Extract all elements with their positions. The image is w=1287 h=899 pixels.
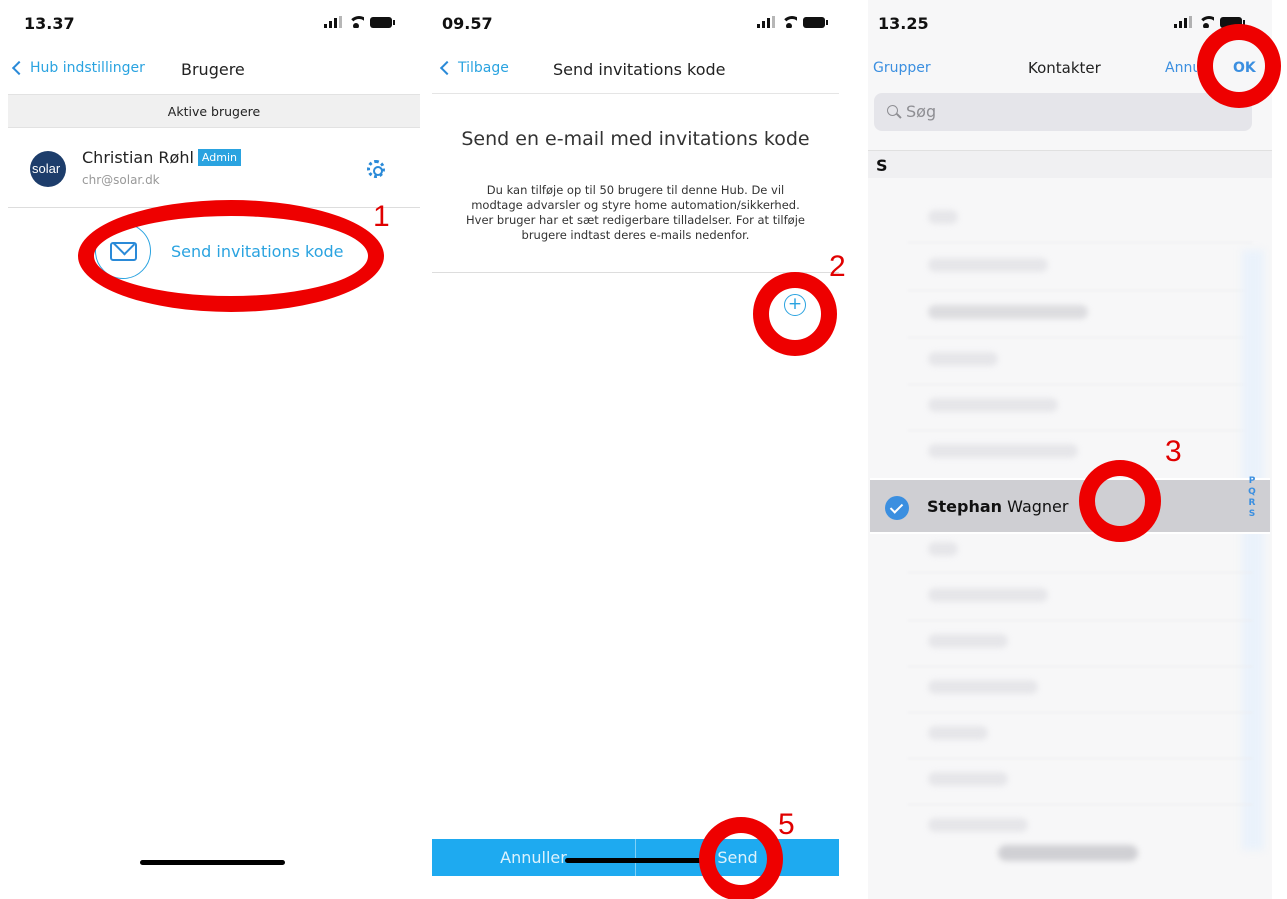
search-placeholder: Søg — [906, 102, 937, 121]
list-item[interactable] — [928, 258, 1048, 272]
back-button[interactable]: Hub indstillinger — [11, 60, 145, 76]
section-header: S — [868, 150, 1272, 178]
chevron-left-icon — [11, 60, 27, 76]
description: Du kan tilføje op til 50 brugere til den… — [466, 183, 805, 242]
index-sidebar[interactable] — [1242, 250, 1264, 850]
avatar: solar — [30, 151, 66, 187]
list-item[interactable] — [928, 634, 1008, 648]
wifi-icon — [348, 16, 364, 28]
status-bar: 09.57 — [432, 14, 839, 36]
section-header: Aktive brugere — [8, 94, 420, 128]
screen-send-invitation: 09.57 Tilbage Send invitations kode Send… — [432, 0, 839, 899]
list-item[interactable] — [928, 726, 988, 740]
user-name-line: Christian Røhl Admin — [82, 148, 241, 167]
list-item[interactable] — [928, 305, 1088, 319]
nav-bar: Tilbage Send invitations kode — [432, 52, 839, 88]
user-email: chr@solar.dk — [82, 173, 160, 187]
annotation-ring-3 — [1079, 460, 1161, 542]
page-title: Kontakter — [1028, 59, 1101, 77]
list-item[interactable] — [928, 588, 1048, 602]
admin-badge: Admin — [197, 149, 241, 166]
section-index[interactable]: P Q R S — [1246, 476, 1258, 520]
signal-icon — [324, 16, 342, 28]
back-label: Hub indstillinger — [30, 60, 145, 76]
gear-icon[interactable] — [367, 160, 385, 178]
back-label: Tilbage — [458, 60, 509, 76]
list-item-selected[interactable]: Stephan Wagner — [870, 478, 1270, 534]
home-indicator — [998, 845, 1138, 861]
annotation-ring-5 — [699, 817, 783, 899]
list-item[interactable] — [928, 542, 958, 556]
page-title: Brugere — [181, 60, 245, 79]
nav-bar: Hub indstillinger Brugere — [0, 52, 420, 88]
status-time: 13.25 — [878, 14, 929, 33]
search-input[interactable]: Søg — [874, 93, 1252, 131]
heading: Send en e-mail med invitations kode — [461, 128, 810, 150]
user-name: Christian Røhl — [82, 148, 194, 167]
cancel-button[interactable]: Annuller — [1165, 60, 1197, 76]
annotation-number-5: 5 — [778, 808, 795, 841]
divider — [432, 272, 839, 273]
screen-brugere: 13.37 Hub indstillinger Brugere Aktive b… — [0, 0, 420, 899]
list-item[interactable] — [928, 772, 1008, 786]
divider — [432, 93, 839, 94]
screen-contacts: 13.25 Grupper Kontakter Annuller OK Søg … — [868, 0, 1272, 899]
status-bar: 13.37 — [0, 14, 420, 36]
groups-button[interactable]: Grupper — [873, 60, 931, 76]
battery-icon — [803, 16, 828, 28]
list-item[interactable] — [928, 398, 1058, 412]
annotation-number-2: 2 — [829, 250, 846, 283]
annotation-ring-1 — [78, 200, 384, 312]
home-indicator[interactable] — [140, 860, 285, 865]
list-item[interactable] — [928, 818, 1028, 832]
home-indicator[interactable] — [565, 858, 710, 863]
annotation-ring-ok — [1197, 24, 1281, 108]
page-title: Send invitations kode — [553, 60, 726, 79]
checkmark-circle-icon — [885, 496, 909, 520]
section-letter: S — [876, 156, 888, 175]
list-item[interactable] — [928, 210, 958, 224]
search-icon — [887, 105, 898, 116]
wifi-icon — [781, 16, 797, 28]
annotation-number-1: 1 — [373, 200, 390, 233]
list-item[interactable] — [928, 680, 1038, 694]
list-item[interactable] — [928, 444, 1078, 458]
signal-icon — [1174, 16, 1192, 28]
contact-name: Stephan Wagner — [927, 497, 1069, 516]
user-row[interactable]: solar Christian Røhl Admin chr@solar.dk — [8, 138, 420, 208]
back-button[interactable]: Tilbage — [439, 60, 509, 76]
battery-icon — [370, 16, 395, 28]
annotation-ring-2 — [753, 272, 837, 356]
list-item[interactable] — [928, 352, 998, 366]
annotation-number-3: 3 — [1165, 435, 1182, 468]
chevron-left-icon — [439, 60, 455, 76]
status-time: 13.37 — [24, 14, 75, 33]
status-time: 09.57 — [442, 14, 493, 33]
signal-icon — [757, 16, 775, 28]
wifi-icon — [1198, 16, 1214, 28]
